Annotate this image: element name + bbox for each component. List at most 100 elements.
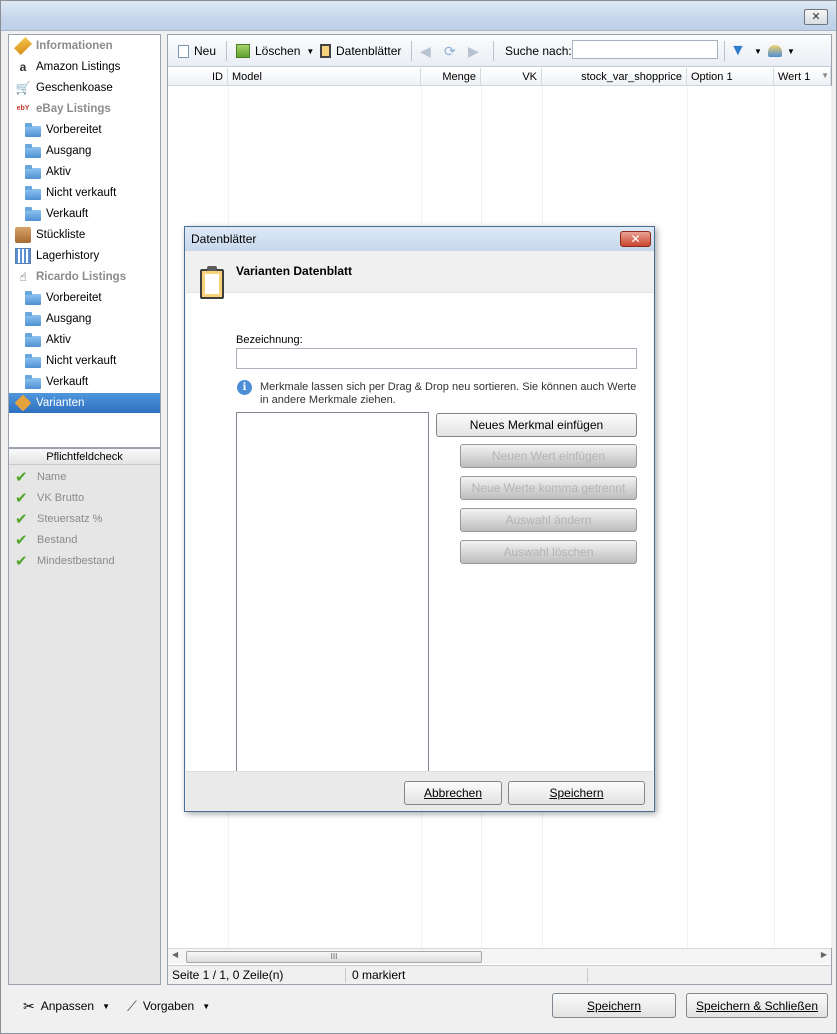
cart-icon: 🛒 — [15, 81, 31, 95]
column-header-menge[interactable]: Menge — [421, 68, 481, 86]
sidebar-item-nicht-verkauft[interactable]: Nicht verkauft — [9, 351, 160, 371]
clipboard-icon — [200, 266, 224, 299]
column-header-option-1[interactable]: Option 1 — [687, 68, 774, 86]
check-item: ✔ Name — [15, 467, 66, 487]
folder-icon — [25, 311, 41, 326]
tag-icon — [14, 394, 32, 412]
dropdown-arrow-icon[interactable]: ▼ — [306, 47, 314, 56]
column-header-stock-var-shopprice[interactable]: stock_var_shopprice — [542, 68, 687, 86]
folder-icon — [25, 164, 41, 179]
dropdown-arrow-icon[interactable]: ▼ — [102, 1002, 110, 1011]
column-header-id[interactable]: ID — [168, 68, 228, 86]
column-header-model[interactable]: Model — [228, 68, 421, 86]
hand-icon: ☝ — [19, 270, 27, 284]
folder-icon — [25, 332, 41, 347]
nav-back-icon[interactable]: ◀ — [420, 42, 431, 60]
column-header-vk[interactable]: VK — [481, 68, 542, 86]
save-button[interactable]: Speichern — [552, 993, 676, 1018]
datasheet-dialog: Datenblätter ✕ Varianten Datenblatt Beze… — [184, 226, 655, 812]
sidebar-item-ausgang[interactable]: Ausgang — [9, 141, 160, 161]
folder-icon — [25, 206, 41, 221]
feature-list[interactable] — [236, 412, 429, 772]
sidebar-item-aktiv[interactable]: Aktiv — [9, 162, 160, 182]
delete-selection-button[interactable]: Auswahl löschen — [460, 540, 637, 564]
column-divider — [687, 86, 688, 948]
new-feature-button[interactable]: Neues Merkmal einfügen — [436, 413, 637, 437]
sidebar-item-informationen[interactable]: Informationen — [9, 36, 160, 56]
column-menu-icon[interactable]: ▼ — [821, 71, 829, 80]
check-item: ✔ VK Brutto — [15, 488, 84, 508]
sidebar-item-verkauft[interactable]: Verkauft — [9, 372, 160, 392]
new-values-comma-button[interactable]: Neue Werte komma getrennt — [460, 476, 637, 500]
dialog-save-button[interactable]: Speichern — [508, 781, 645, 805]
sidebar-item-nicht-verkauft[interactable]: Nicht verkauft — [9, 183, 160, 203]
checkmark-icon: ✔ — [15, 532, 28, 549]
sidebar-item-ricardo-listings[interactable]: ☝ Ricardo Listings — [9, 267, 160, 287]
delete-icon — [236, 44, 250, 58]
status-bar: Seite 1 / 1, 0 Zeile(n) 0 markiert — [168, 965, 831, 984]
new-button[interactable]: Neu — [178, 42, 216, 60]
save-and-close-button[interactable]: Speichern & Schließen — [686, 993, 828, 1018]
new-value-button[interactable]: Neuen Wert einfügen — [460, 444, 637, 468]
box-icon — [15, 227, 31, 243]
scroll-left-icon[interactable]: ◀ — [172, 950, 178, 959]
sidebar-item-lagerhistory[interactable]: Lagerhistory — [9, 246, 160, 266]
name-input[interactable] — [236, 348, 637, 369]
scroll-right-icon[interactable]: ▶ — [821, 950, 827, 959]
filter-dropdown-icon[interactable]: ▼ — [754, 42, 762, 60]
folder-icon — [25, 374, 41, 389]
sidebar-item-ebay-listings[interactable]: ebY eBay Listings — [9, 99, 160, 119]
search-label: Suche nach: — [505, 44, 572, 58]
sidebar-item-geschenkoase[interactable]: 🛒 Geschenkoase — [9, 78, 160, 98]
sidebar-item-verkauft[interactable]: Verkauft — [9, 204, 160, 224]
checkmark-icon: ✔ — [15, 511, 28, 528]
cancel-button[interactable]: Abbrechen — [404, 781, 502, 805]
status-page-count: Seite 1 / 1, 0 Zeile(n) — [168, 968, 346, 983]
view-options-icon[interactable]: ▼ — [768, 42, 795, 60]
check-item-label: Name — [37, 471, 67, 483]
defaults-button[interactable]: ⟋ Vorgaben ▼ — [127, 997, 210, 1015]
dialog-close-button[interactable]: ✕ — [620, 231, 651, 247]
tools-icon: ✂ — [23, 997, 35, 1014]
sidebar-item-label: Ricardo Listings — [36, 271, 127, 283]
dialog-body: Varianten Datenblatt Bezeichnung: i Merk… — [186, 251, 653, 795]
sidebar-item-vorbereitet[interactable]: Vorbereitet — [9, 120, 160, 140]
nav-forward-icon[interactable]: ▶ — [468, 42, 479, 60]
folder-icon — [25, 122, 41, 137]
dropdown-arrow-icon[interactable]: ▼ — [202, 1002, 210, 1011]
refresh-icon[interactable]: ⟳ — [444, 42, 456, 60]
folder-icon — [25, 185, 41, 200]
check-item-label: Mindestbestand — [37, 555, 115, 567]
dialog-header: Varianten Datenblatt — [186, 251, 653, 299]
horizontal-scrollbar[interactable]: ◀ III ▶ — [168, 948, 831, 964]
customize-button[interactable]: ✂ Anpassen ▼ — [23, 997, 110, 1015]
name-label: Bezeichnung: — [236, 334, 303, 346]
sidebar-item-label: Vorbereitet — [46, 124, 102, 136]
filter-icon[interactable]: ▼ — [730, 42, 746, 60]
toolbar: Neu Löschen ▼ Datenblätter ◀ ⟳ ▶ Suche n… — [168, 35, 831, 67]
datasheets-button[interactable]: Datenblätter — [320, 42, 401, 60]
delete-button[interactable]: Löschen ▼ — [236, 42, 314, 60]
sidebar-item-aktiv[interactable]: Aktiv — [9, 330, 160, 350]
amazon-icon: a — [19, 60, 27, 74]
toolbar-separator — [724, 41, 725, 61]
pflichtfeldcheck-title: Pflichtfeldcheck — [9, 449, 160, 465]
new-document-icon — [178, 44, 189, 58]
sidebar-item-vorbereitet[interactable]: Vorbereitet — [9, 288, 160, 308]
scroll-thumb[interactable]: III — [186, 951, 482, 963]
sidebar-item-ausgang[interactable]: Ausgang — [9, 309, 160, 329]
sidebar-item-label: Geschenkoase — [36, 82, 113, 94]
sidebar-item-amazon-listings[interactable]: a Amazon Listings — [9, 57, 160, 77]
sidebar-item-label: Aktiv — [46, 166, 71, 178]
search-input[interactable] — [572, 40, 718, 59]
sidebar-item-stückliste[interactable]: Stückliste — [9, 225, 160, 245]
edit-selection-button[interactable]: Auswahl ändern — [460, 508, 637, 532]
window-close-button[interactable]: ✕ — [804, 9, 828, 25]
sidebar-item-label: eBay Listings — [36, 103, 111, 115]
sidebar-item-label: Amazon Listings — [36, 61, 121, 73]
sidebar: Informationen a Amazon Listings 🛒 Geschenkoa… — [8, 34, 161, 448]
sidebar-item-label: Ausgang — [46, 313, 92, 325]
sidebar-item-varianten[interactable]: Varianten — [9, 393, 160, 413]
dialog-heading: Varianten Datenblatt — [236, 264, 353, 278]
dialog-title: Datenblätter — [185, 227, 654, 251]
